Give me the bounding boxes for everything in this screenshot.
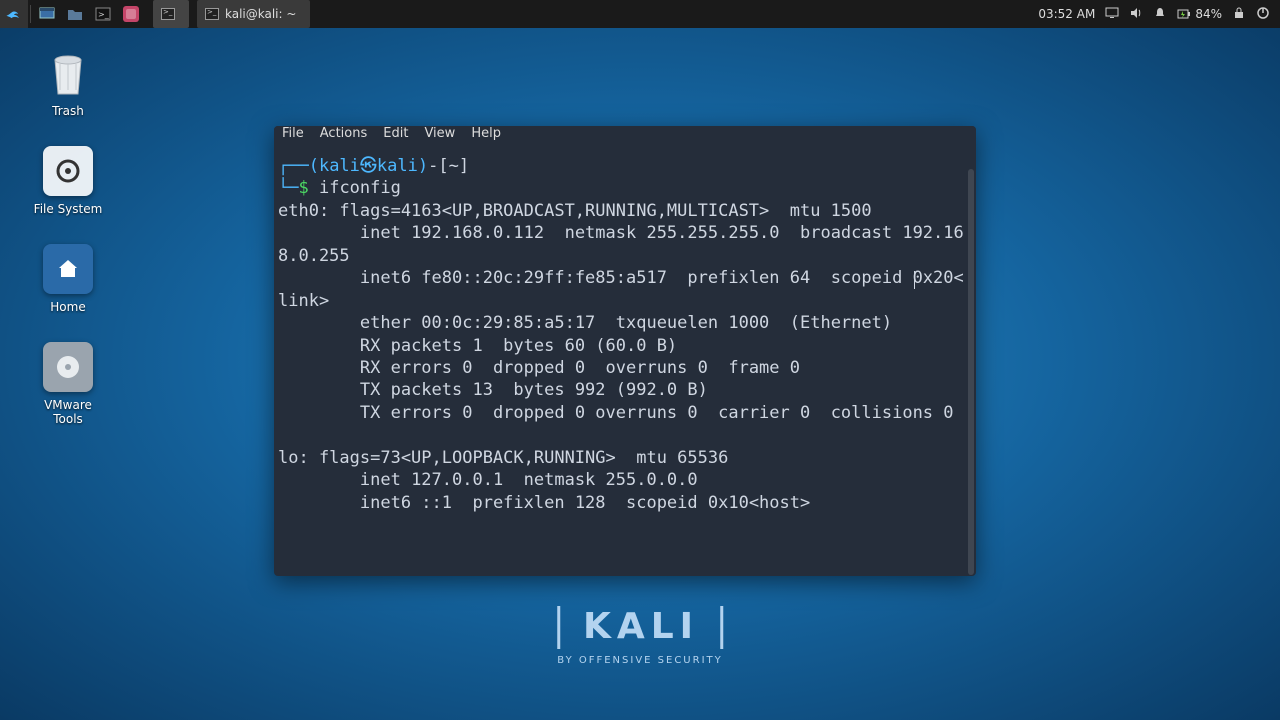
power-icon[interactable] bbox=[1256, 6, 1270, 23]
volume-icon[interactable] bbox=[1129, 6, 1143, 23]
battery-indicator[interactable]: 84% bbox=[1177, 7, 1222, 21]
app-launcher-button[interactable] bbox=[117, 0, 145, 28]
prompt-user: kali bbox=[319, 156, 360, 176]
desktop-icon-trash[interactable]: Trash bbox=[28, 48, 108, 118]
desktop-icons: Trash File System Home VMware Tools bbox=[28, 48, 108, 426]
home-icon bbox=[43, 244, 93, 294]
lock-icon[interactable] bbox=[1232, 6, 1246, 23]
desktop-icon-label: VMware Tools bbox=[28, 398, 108, 426]
text-cursor bbox=[914, 271, 915, 289]
brand-tagline: BY OFFENSIVE SECURITY bbox=[557, 655, 723, 666]
taskbar-item-terminal-empty[interactable] bbox=[153, 0, 189, 28]
brand-name: KALI bbox=[557, 606, 723, 649]
app-menu-button[interactable] bbox=[0, 0, 28, 28]
desktop-icon-vmware[interactable]: VMware Tools bbox=[28, 342, 108, 426]
desktop-icon-filesystem[interactable]: File System bbox=[28, 146, 108, 216]
burp-icon bbox=[123, 6, 139, 22]
terminal-launcher-button[interactable]: >_ bbox=[89, 0, 117, 28]
taskbar-item-terminal[interactable]: kali@kali: ~ bbox=[197, 0, 310, 28]
folder-icon bbox=[67, 7, 83, 21]
terminal-scrollbar[interactable] bbox=[968, 169, 974, 575]
terminal-icon bbox=[161, 8, 175, 20]
prompt-path: ~ bbox=[449, 156, 459, 176]
terminal-icon bbox=[205, 8, 219, 20]
menu-actions[interactable]: Actions bbox=[320, 126, 368, 141]
display-icon[interactable] bbox=[1105, 6, 1119, 23]
panel-right: 03:52 AM 84% bbox=[1038, 0, 1280, 28]
terminal-icon: >_ bbox=[95, 7, 111, 21]
clock[interactable]: 03:52 AM bbox=[1038, 7, 1095, 21]
file-manager-button[interactable] bbox=[61, 0, 89, 28]
separator bbox=[30, 5, 31, 23]
kali-dragon-icon bbox=[4, 4, 24, 24]
notifications-icon[interactable] bbox=[1153, 6, 1167, 23]
terminal-output: eth0: flags=4163<UP,BROADCAST,RUNNING,MU… bbox=[278, 201, 964, 513]
desktop-icon-label: File System bbox=[34, 202, 103, 216]
terminal-window[interactable]: File Actions Edit View Help ┌──(kali㉿kal… bbox=[274, 126, 976, 576]
desktop-icon-home[interactable]: Home bbox=[28, 244, 108, 314]
terminal-body[interactable]: ┌──(kali㉿kali)-[~] └─$ ifconfig eth0: fl… bbox=[274, 141, 976, 576]
menu-view[interactable]: View bbox=[424, 126, 455, 141]
desktop-icon bbox=[39, 7, 55, 21]
disc-icon bbox=[43, 342, 93, 392]
desktop-icon-label: Trash bbox=[52, 104, 84, 118]
terminal-menubar: File Actions Edit View Help bbox=[274, 126, 976, 141]
command-text: ifconfig bbox=[319, 178, 401, 198]
top-panel: >_ kali@kali: ~ 03:52 AM 84% bbox=[0, 0, 1280, 28]
menu-edit[interactable]: Edit bbox=[383, 126, 408, 141]
taskbar-item-label: kali@kali: ~ bbox=[225, 7, 296, 21]
kali-branding: KALI BY OFFENSIVE SECURITY bbox=[557, 606, 723, 666]
battery-charging-icon bbox=[1177, 7, 1191, 21]
desktop-icon-label: Home bbox=[50, 300, 85, 314]
menu-file[interactable]: File bbox=[282, 126, 304, 141]
drive-icon bbox=[43, 146, 93, 196]
prompt-host: kali bbox=[377, 156, 418, 176]
svg-text:>_: >_ bbox=[98, 10, 110, 19]
trash-icon bbox=[43, 48, 93, 98]
battery-percent: 84% bbox=[1195, 7, 1222, 21]
menu-help[interactable]: Help bbox=[471, 126, 501, 141]
show-desktop-button[interactable] bbox=[33, 0, 61, 28]
panel-left: >_ kali@kali: ~ bbox=[0, 0, 310, 28]
